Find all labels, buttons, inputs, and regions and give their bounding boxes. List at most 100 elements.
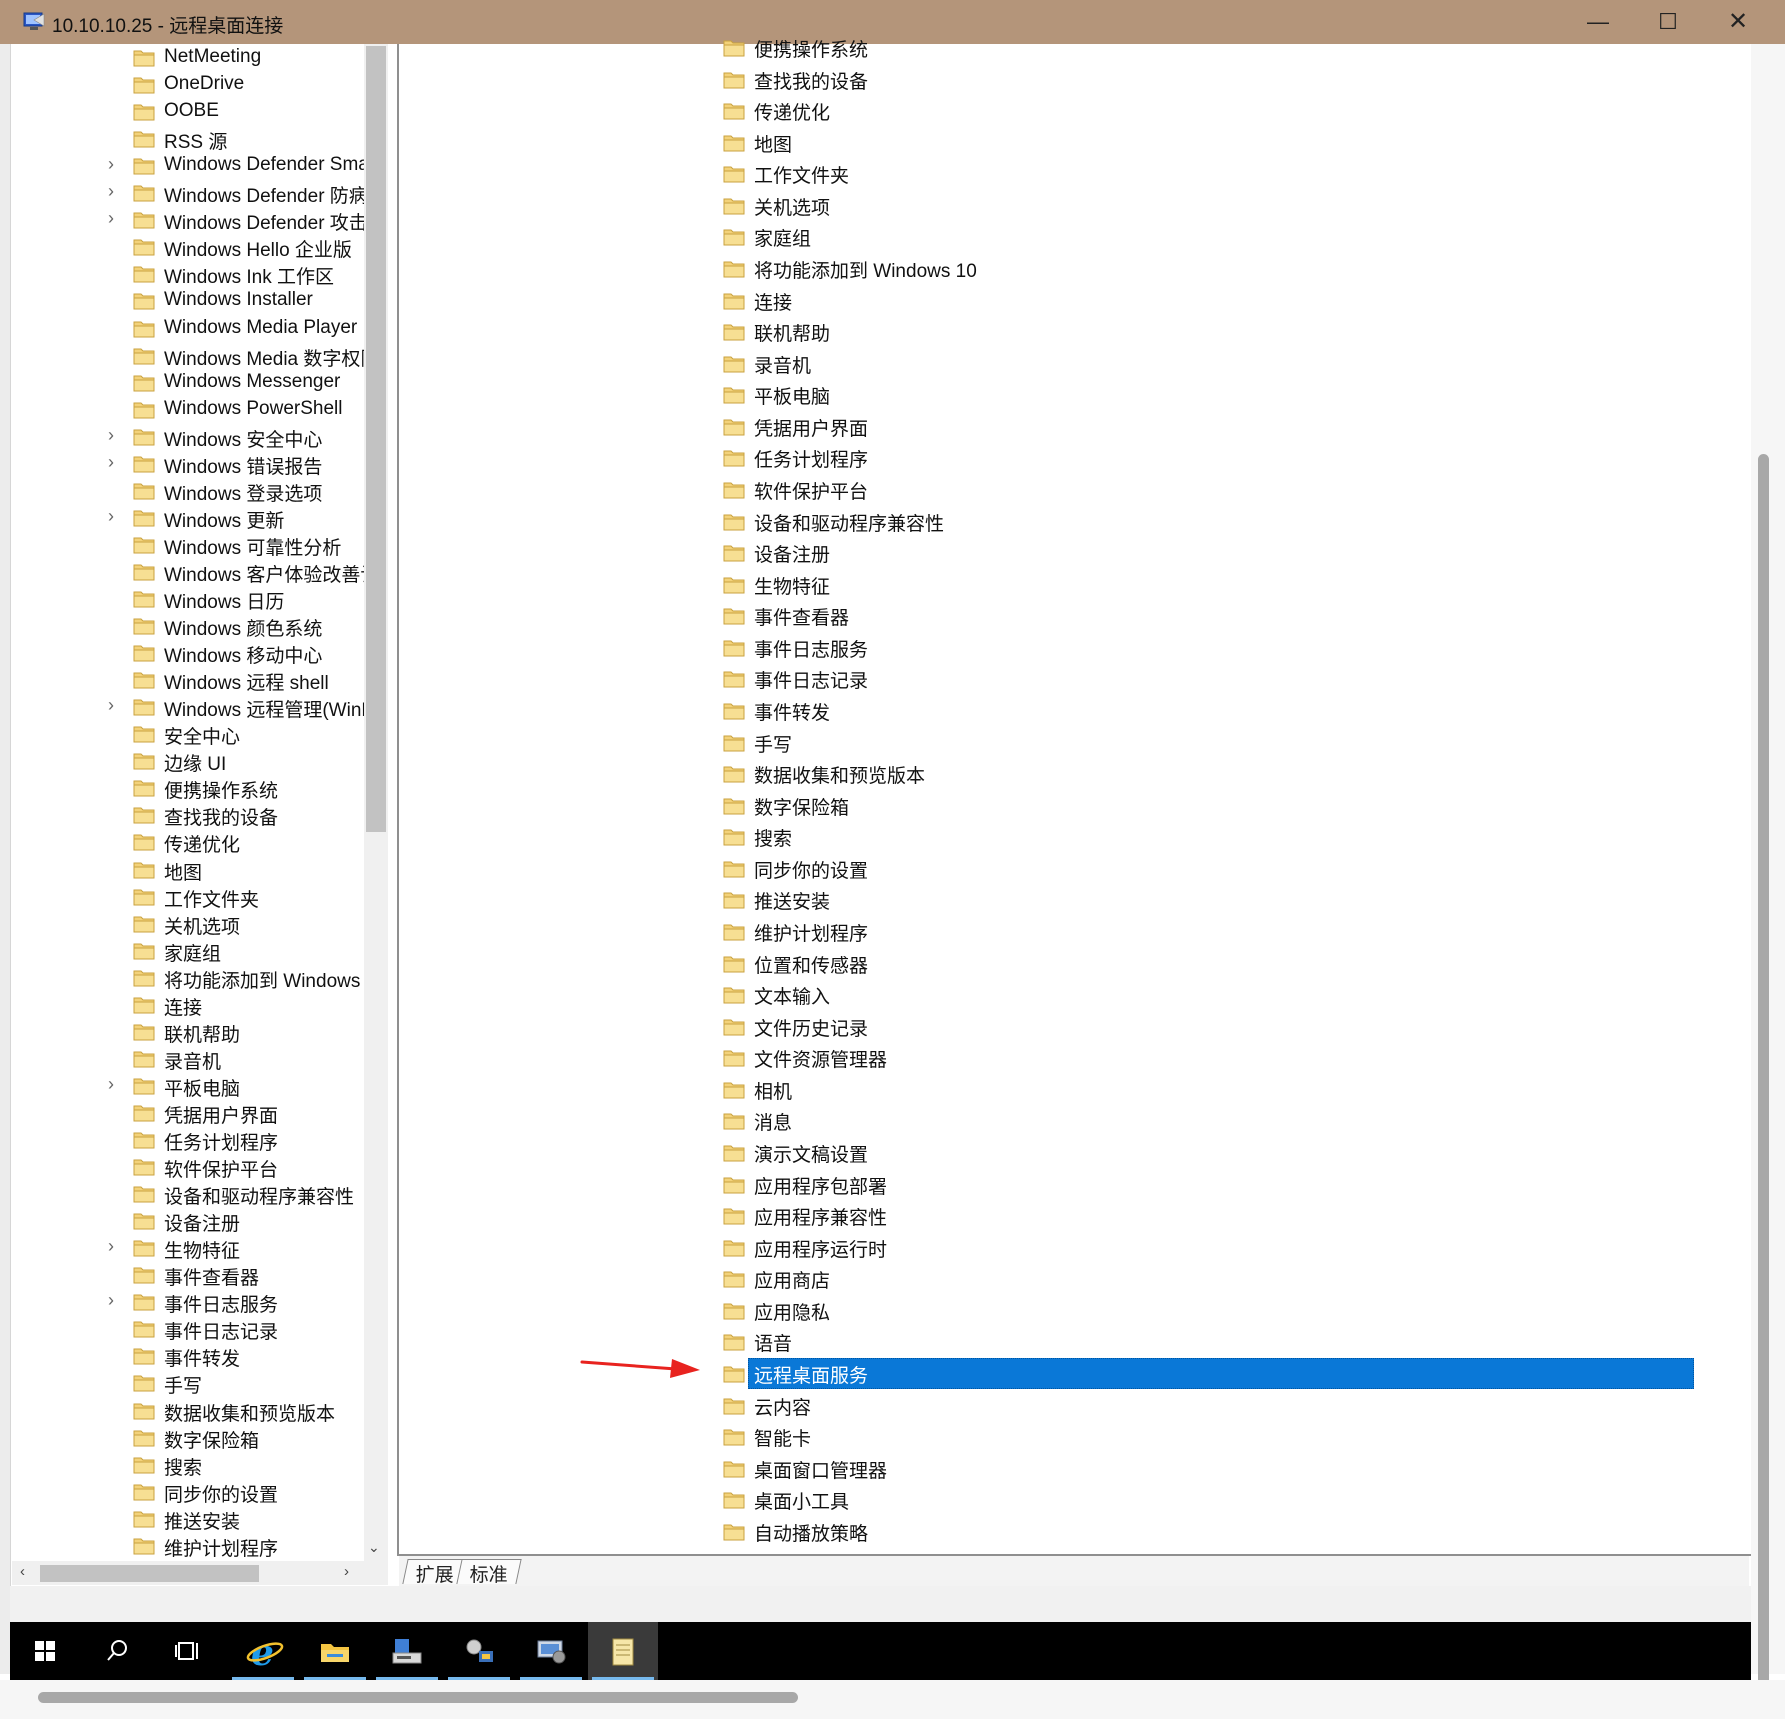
chevron-right-icon[interactable]: › bbox=[108, 154, 122, 175]
tree-item[interactable]: 任务计划程序 bbox=[12, 1126, 367, 1153]
list-item[interactable]: 联机帮助 bbox=[723, 316, 1693, 346]
outer-hscroll-thumb[interactable] bbox=[38, 1692, 798, 1703]
list-item[interactable]: 事件转发 bbox=[723, 695, 1693, 725]
list-item[interactable]: 云内容 bbox=[723, 1390, 1693, 1420]
start-button[interactable] bbox=[10, 1622, 80, 1680]
tree-item[interactable]: Windows Ink 工作区 bbox=[12, 260, 367, 287]
tree-item[interactable]: Windows 日历 bbox=[12, 585, 367, 612]
tree-item[interactable]: Windows Installer bbox=[12, 287, 367, 314]
tree-item[interactable]: › 事件日志服务 bbox=[12, 1288, 367, 1315]
list-item[interactable]: 相机 bbox=[723, 1074, 1693, 1104]
list-item[interactable]: 推送安装 bbox=[723, 884, 1693, 914]
tree-item[interactable]: 设备注册 bbox=[12, 1207, 367, 1234]
tree-item[interactable]: 地图 bbox=[12, 856, 367, 883]
chevron-right-icon[interactable]: › bbox=[108, 695, 122, 716]
tree-item[interactable]: Windows 登录选项 bbox=[12, 477, 367, 504]
tree-item[interactable]: › Windows 远程管理(WinR bbox=[12, 693, 367, 720]
list-item[interactable]: 设备注册 bbox=[723, 537, 1693, 567]
outer-horizontal-scrollbar[interactable] bbox=[0, 1680, 1785, 1719]
tree-item[interactable]: › Windows 安全中心 bbox=[12, 423, 367, 450]
list-item[interactable]: 设备和驱动程序兼容性 bbox=[723, 506, 1693, 536]
list-item[interactable]: 将功能添加到 Windows 10 bbox=[723, 253, 1693, 283]
tree-item[interactable]: › 生物特征 bbox=[12, 1234, 367, 1261]
policy-tree[interactable]: NetMeeting OneDrive OOBE RSS 源 › Windows Defe… bbox=[12, 44, 377, 1561]
tree-item[interactable]: NetMeeting bbox=[12, 44, 367, 71]
list-item[interactable]: 查找我的设备 bbox=[723, 64, 1693, 94]
tree-item[interactable]: Windows Messenger bbox=[12, 369, 367, 396]
tree-item[interactable]: 安全中心 bbox=[12, 720, 367, 747]
tree-item[interactable]: 软件保护平台 bbox=[12, 1153, 367, 1180]
list-item[interactable]: 应用商店 bbox=[723, 1263, 1693, 1293]
chevron-right-icon[interactable]: › bbox=[108, 1236, 122, 1257]
list-item[interactable]: 演示文稿设置 bbox=[723, 1137, 1693, 1167]
tree-item[interactable]: 便携操作系统 bbox=[12, 774, 367, 801]
chevron-right-icon[interactable]: › bbox=[108, 181, 122, 202]
tree-item[interactable]: 维护计划程序 bbox=[12, 1532, 367, 1559]
tree-item[interactable]: Windows PowerShell bbox=[12, 396, 367, 423]
list-item[interactable]: 文件历史记录 bbox=[723, 1011, 1693, 1041]
list-item[interactable]: 工作文件夹 bbox=[723, 158, 1693, 188]
tree-item[interactable]: OneDrive bbox=[12, 71, 367, 98]
tree-item[interactable]: Windows 移动中心 bbox=[12, 639, 367, 666]
tree-item[interactable]: › Windows Defender 防病 bbox=[12, 179, 367, 206]
list-item[interactable]: 事件日志记录 bbox=[723, 663, 1693, 693]
chevron-right-icon[interactable]: › bbox=[108, 1290, 122, 1311]
tree-item[interactable]: › 平板电脑 bbox=[12, 1072, 367, 1099]
outer-scroll-thumb[interactable] bbox=[1758, 454, 1769, 1700]
list-item[interactable]: 自动播放策略 bbox=[723, 1516, 1693, 1546]
tree-item[interactable]: › Windows Defender Sma bbox=[12, 152, 367, 179]
list-item[interactable]: 平板电脑 bbox=[723, 379, 1693, 409]
tree-item[interactable]: 事件查看器 bbox=[12, 1261, 367, 1288]
tab-standard[interactable]: 标准 bbox=[456, 1559, 522, 1586]
list-item[interactable]: 桌面小工具 bbox=[723, 1484, 1693, 1514]
file-explorer-button[interactable] bbox=[300, 1622, 370, 1680]
tree-item[interactable]: 录音机 bbox=[12, 1045, 367, 1072]
list-item[interactable]: 连接 bbox=[723, 285, 1693, 315]
list-item[interactable]: 数据收集和预览版本 bbox=[723, 758, 1693, 788]
list-item[interactable]: 地图 bbox=[723, 127, 1693, 157]
tree-item[interactable]: 设备和驱动程序兼容性 bbox=[12, 1180, 367, 1207]
list-item[interactable]: 录音机 bbox=[723, 348, 1693, 378]
tree-hscroll-thumb[interactable] bbox=[40, 1565, 259, 1582]
internet-explorer-button[interactable]: e bbox=[228, 1622, 298, 1680]
tree-item[interactable]: Windows 颜色系统 bbox=[12, 612, 367, 639]
chevron-right-icon[interactable]: › bbox=[108, 506, 122, 527]
tree-item[interactable]: Windows 远程 shell bbox=[12, 666, 367, 693]
tree-item[interactable]: 手写 bbox=[12, 1369, 367, 1396]
tree-item[interactable]: Windows 客户体验改善计 bbox=[12, 558, 367, 585]
tree-item[interactable]: 查找我的设备 bbox=[12, 801, 367, 828]
list-item[interactable]: 传递优化 bbox=[723, 95, 1693, 125]
list-item-selected[interactable]: 远程桌面服务 bbox=[723, 1357, 1694, 1389]
list-item[interactable]: 关机选项 bbox=[723, 190, 1693, 220]
tree-item[interactable]: 推送安装 bbox=[12, 1505, 367, 1532]
tree-item[interactable]: RSS 源 bbox=[12, 125, 367, 152]
list-item[interactable]: 应用隐私 bbox=[723, 1295, 1693, 1325]
list-item[interactable]: 事件查看器 bbox=[723, 600, 1693, 630]
tree-item[interactable]: Windows 可靠性分析 bbox=[12, 531, 367, 558]
list-item[interactable]: 应用程序运行时 bbox=[723, 1232, 1693, 1262]
list-item[interactable]: 便携操作系统 bbox=[723, 32, 1693, 62]
tree-item[interactable]: 同步你的设置 bbox=[12, 1478, 367, 1505]
list-item[interactable]: 凭据用户界面 bbox=[723, 411, 1693, 441]
tree-item[interactable]: 联机帮助 bbox=[12, 1018, 367, 1045]
tree-item[interactable]: › Windows 更新 bbox=[12, 504, 367, 531]
tree-item[interactable]: Windows Media Player bbox=[12, 315, 367, 342]
list-item[interactable]: 维护计划程序 bbox=[723, 916, 1693, 946]
tree-item[interactable]: 凭据用户界面 bbox=[12, 1099, 367, 1126]
search-button[interactable] bbox=[82, 1622, 152, 1680]
tree-item[interactable]: 边缘 UI bbox=[12, 747, 367, 774]
scroll-down-arrow-icon[interactable]: ⌄ bbox=[368, 1539, 380, 1556]
scroll-right-arrow-icon[interactable]: › bbox=[344, 1563, 349, 1580]
tree-item[interactable]: Windows Hello 企业版 bbox=[12, 233, 367, 260]
chevron-right-icon[interactable]: › bbox=[108, 208, 122, 229]
list-item[interactable]: 文本输入 bbox=[723, 979, 1693, 1009]
list-item[interactable]: 应用程序兼容性 bbox=[723, 1200, 1693, 1230]
list-item[interactable]: 手写 bbox=[723, 727, 1693, 757]
tree-item[interactable]: › Windows 错误报告 bbox=[12, 450, 367, 477]
computer-management-button[interactable] bbox=[516, 1622, 586, 1680]
tree-item[interactable]: 关机选项 bbox=[12, 910, 367, 937]
close-button[interactable]: ✕ bbox=[1703, 0, 1773, 44]
tree-item[interactable]: OOBE bbox=[12, 98, 367, 125]
tree-item[interactable]: 事件日志记录 bbox=[12, 1315, 367, 1342]
notepad-button[interactable] bbox=[588, 1622, 658, 1680]
